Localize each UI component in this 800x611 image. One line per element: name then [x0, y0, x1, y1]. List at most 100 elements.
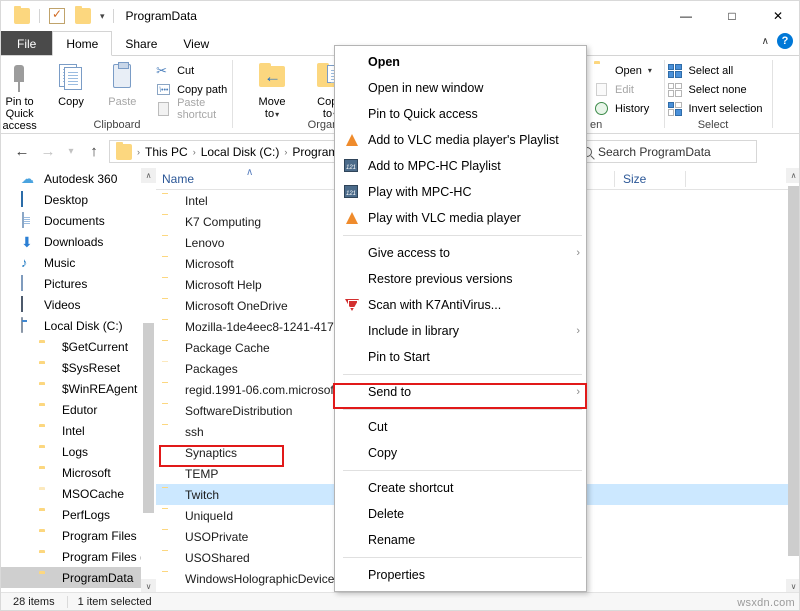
- sidebar-item-program-files[interactable]: Program Files (: [1, 546, 156, 567]
- context-menu-item-properties[interactable]: Properties: [335, 562, 586, 588]
- filelist-scrollbar[interactable]: ∧ ∨: [786, 168, 800, 594]
- sidebar-item-videos[interactable]: Videos: [1, 294, 156, 315]
- filelist-scroll-up-icon[interactable]: ∧: [786, 168, 800, 183]
- file-name-cell: USOShared: [156, 550, 356, 566]
- sidebar-item-programdata[interactable]: ProgramData: [1, 567, 156, 588]
- select-all-label: Select all: [689, 65, 734, 77]
- maximize-button[interactable]: □: [709, 1, 755, 31]
- close-button[interactable]: ✕: [755, 1, 800, 31]
- navpane-scroll-up-icon[interactable]: ∧: [141, 168, 156, 183]
- copy-path-icon: \•••: [156, 82, 172, 98]
- sidebar-item-label: Documents: [44, 214, 105, 228]
- folder-icon[interactable]: [14, 8, 30, 24]
- copy-button[interactable]: Copy: [45, 58, 96, 118]
- file-name-label: K7 Computing: [185, 215, 261, 229]
- breadcrumb-this-pc[interactable]: This PC: [141, 145, 192, 159]
- sidebar-item-msocache[interactable]: MSOCache: [1, 483, 156, 504]
- sidebar-item-documents[interactable]: Documents: [1, 210, 156, 231]
- column-header-name[interactable]: Name ∧: [156, 172, 356, 186]
- no-icon: [343, 271, 361, 287]
- search-input[interactable]: Search ProgramData: [575, 140, 757, 163]
- properties-icon[interactable]: [49, 8, 65, 24]
- context-menu-item-give-access-to[interactable]: Give access to›: [335, 240, 586, 266]
- new-folder-icon[interactable]: [75, 8, 91, 24]
- qat-divider-2: [113, 9, 114, 23]
- context-menu-item-play-with-mpc-hc[interactable]: Play with MPC-HC: [335, 179, 586, 205]
- sidebar-item-perflogs[interactable]: PerfLogs: [1, 504, 156, 525]
- forward-button[interactable]: →: [35, 139, 61, 165]
- paste-button[interactable]: Paste: [97, 58, 148, 118]
- context-menu-item-rename[interactable]: Rename: [335, 527, 586, 553]
- sidebar-item-getcurrent[interactable]: $GetCurrent: [1, 336, 156, 357]
- select-all-button[interactable]: Select all: [664, 61, 767, 80]
- up-button[interactable]: ↑: [81, 139, 107, 165]
- folder-icon: [162, 319, 178, 335]
- open-button[interactable]: Open ▾: [590, 61, 656, 80]
- sidebar-item-label: ProgramData: [62, 571, 133, 585]
- context-menu-item-delete[interactable]: Delete: [335, 501, 586, 527]
- cut-button[interactable]: ✂ Cut: [152, 61, 240, 80]
- sidebar-item-winreagent[interactable]: $WinREAgent: [1, 378, 156, 399]
- sidebar-item-edutor[interactable]: Edutor: [1, 399, 156, 420]
- sidebar-item-desktop[interactable]: Desktop: [1, 189, 156, 210]
- sidebar-item-logs[interactable]: Logs: [1, 441, 156, 462]
- help-icon[interactable]: ?: [777, 33, 793, 49]
- context-menu-item-send-to[interactable]: Send to›: [335, 379, 586, 405]
- sidebar-item-microsoft[interactable]: Microsoft: [1, 462, 156, 483]
- collapse-ribbon-icon[interactable]: ∧: [762, 36, 769, 47]
- navpane-scroll-thumb[interactable]: [143, 323, 154, 513]
- sidebar-item-pictures[interactable]: Pictures: [1, 273, 156, 294]
- sidebar-item-downloads[interactable]: ⬇Downloads: [1, 231, 156, 252]
- context-menu-item-scan-with-k7antivirus[interactable]: Scan with K7AntiVirus...: [335, 292, 586, 318]
- context-menu-item-open-in-new-window[interactable]: Open in new window: [335, 75, 586, 101]
- sidebar-item-program-files[interactable]: Program Files: [1, 525, 156, 546]
- move-to-button[interactable]: ← Move to▾: [243, 58, 301, 118]
- sidebar-item-local-disk-c[interactable]: Local Disk (C:): [1, 315, 156, 336]
- no-icon: [343, 384, 361, 400]
- context-menu-item-include-in-library[interactable]: Include in library›: [335, 318, 586, 344]
- select-none-button[interactable]: Select none: [664, 80, 767, 99]
- context-menu-item-add-to-vlc-media-player-s-playlist[interactable]: Add to VLC media player's Playlist: [335, 127, 586, 153]
- context-menu-item-label: Open in new window: [368, 81, 580, 95]
- tab-home[interactable]: Home: [52, 31, 112, 56]
- column-header-size[interactable]: Size: [615, 172, 685, 186]
- edit-button[interactable]: Edit: [590, 80, 656, 99]
- breadcrumb-local-disk[interactable]: Local Disk (C:): [197, 145, 284, 159]
- folder-icon: [162, 466, 178, 482]
- context-menu-item-open[interactable]: Open: [335, 49, 586, 75]
- tab-view[interactable]: View: [170, 31, 222, 56]
- edit-icon: [594, 82, 610, 98]
- context-menu-item-play-with-vlc-media-player[interactable]: Play with VLC media player: [335, 205, 586, 231]
- tab-file[interactable]: File: [1, 31, 52, 56]
- context-menu-item-cut[interactable]: Cut: [335, 414, 586, 440]
- minimize-button[interactable]: —: [663, 1, 709, 31]
- context-menu-item-pin-to-quick-access[interactable]: Pin to Quick access: [335, 101, 586, 127]
- column-divider-4[interactable]: [685, 171, 686, 187]
- context-menu-item-add-to-mpc-hc-playlist[interactable]: Add to MPC-HC Playlist: [335, 153, 586, 179]
- sidebar-item-sysreset[interactable]: $SysReset: [1, 357, 156, 378]
- context-menu-item-pin-to-start[interactable]: Pin to Start: [335, 344, 586, 370]
- sidebar-item-label: $SysReset: [62, 361, 120, 375]
- sidebar-item-intel[interactable]: Intel: [1, 420, 156, 441]
- history-button[interactable]: History: [590, 99, 656, 118]
- paste-shortcut-button[interactable]: Paste shortcut: [152, 99, 240, 118]
- sidebar-item-label: Edutor: [62, 403, 97, 417]
- navpane-scrollbar[interactable]: ∧ ∨: [141, 168, 156, 594]
- no-icon: [343, 349, 361, 365]
- open-dropdown-icon[interactable]: ▾: [648, 66, 652, 75]
- context-menu-item-label: Add to MPC-HC Playlist: [368, 159, 580, 173]
- chevron-down-icon[interactable]: ▾: [100, 12, 105, 21]
- context-menu-item-create-shortcut[interactable]: Create shortcut: [335, 475, 586, 501]
- recent-locations-button[interactable]: ▾: [61, 139, 81, 165]
- pin-to-quick-access-button[interactable]: Pin to Quick access: [0, 58, 45, 118]
- invert-selection-button[interactable]: Invert selection: [664, 99, 767, 118]
- context-menu-item-restore-previous-versions[interactable]: Restore previous versions: [335, 266, 586, 292]
- open-label: Open: [615, 65, 642, 77]
- sidebar-item-autodesk-360[interactable]: ☁Autodesk 360: [1, 168, 156, 189]
- sidebar-item-music[interactable]: ♪Music: [1, 252, 156, 273]
- tab-share[interactable]: Share: [112, 31, 170, 56]
- context-menu-item-copy[interactable]: Copy: [335, 440, 586, 466]
- back-button[interactable]: ←: [9, 139, 35, 165]
- filelist-scroll-thumb[interactable]: [788, 186, 799, 556]
- paste-shortcut-icon: [156, 101, 172, 117]
